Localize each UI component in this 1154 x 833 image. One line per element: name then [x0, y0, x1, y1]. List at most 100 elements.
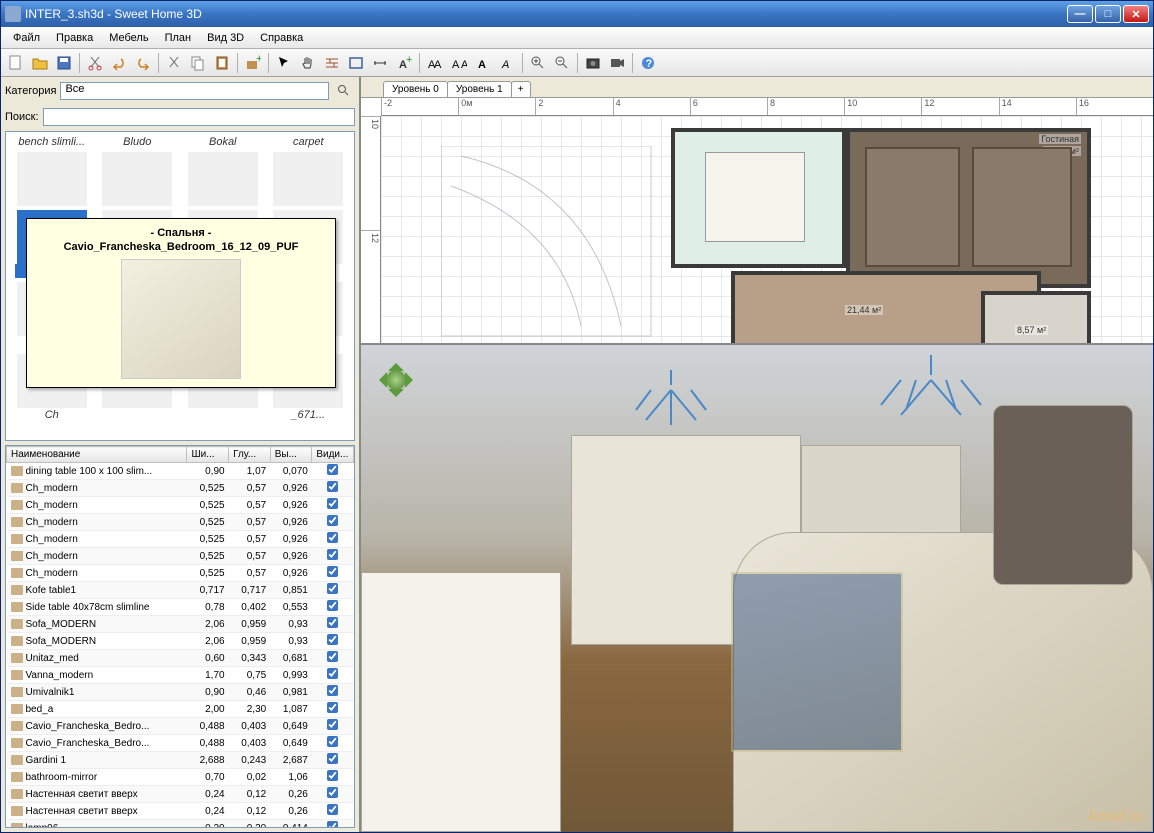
table-row[interactable]: Sofa_MODERN2,060,9590,93: [7, 633, 354, 650]
help-button[interactable]: ?: [637, 52, 659, 74]
floorplan-canvas[interactable]: 14,87 м² Гостиная 42,02 м² 21,44 м²: [381, 116, 1153, 343]
table-row[interactable]: Ch_modern0,5250,570,926: [7, 565, 354, 582]
category-select[interactable]: Все: [60, 82, 329, 100]
add-furniture-button[interactable]: +: [242, 52, 264, 74]
zoom-out-button[interactable]: [551, 52, 573, 74]
text-inc-button[interactable]: AA: [424, 52, 446, 74]
tab-add[interactable]: +: [511, 81, 531, 97]
plan-view[interactable]: Уровень 0 Уровень 1 + -20м246810121416 1…: [361, 77, 1153, 345]
open-button[interactable]: [29, 52, 51, 74]
catalog-item[interactable]: carpet: [267, 136, 351, 206]
pan-tool[interactable]: [297, 52, 319, 74]
table-row[interactable]: Настенная светит вверх0,240,120,26: [7, 803, 354, 820]
zoom-in-button[interactable]: [527, 52, 549, 74]
table-row[interactable]: Unitaz_med0,600,3430,681: [7, 650, 354, 667]
menu-edit[interactable]: Правка: [48, 30, 101, 46]
visible-checkbox[interactable]: [327, 566, 338, 577]
menu-view3d[interactable]: Вид 3D: [199, 30, 252, 46]
col-width[interactable]: Ши...: [187, 447, 229, 463]
italic-button[interactable]: A: [496, 52, 518, 74]
visible-checkbox[interactable]: [327, 685, 338, 696]
nav-center-icon[interactable]: [386, 370, 406, 390]
visible-checkbox[interactable]: [327, 600, 338, 611]
room-living[interactable]: Гостиная 42,02 м²: [846, 128, 1091, 288]
col-depth[interactable]: Глу...: [229, 447, 271, 463]
table-row[interactable]: lamp060,200,200,414: [7, 820, 354, 829]
catalog-item[interactable]: bench slimli...: [10, 136, 94, 206]
visible-checkbox[interactable]: [327, 583, 338, 594]
nav-up-icon[interactable]: [388, 355, 404, 371]
new-button[interactable]: [5, 52, 27, 74]
view-3d[interactable]: koruf.ru: [361, 345, 1153, 832]
visible-checkbox[interactable]: [327, 549, 338, 560]
furniture-table[interactable]: Наименование Ши... Глу... Вы... Види... …: [5, 445, 355, 828]
table-row[interactable]: Vanna_modern1,700,750,993: [7, 667, 354, 684]
paste-button[interactable]: [211, 52, 233, 74]
nav-down-icon[interactable]: [388, 389, 404, 405]
visible-checkbox[interactable]: [327, 821, 338, 828]
visible-checkbox[interactable]: [327, 498, 338, 509]
save-button[interactable]: [53, 52, 75, 74]
visible-checkbox[interactable]: [327, 532, 338, 543]
visible-checkbox[interactable]: [327, 515, 338, 526]
menu-help[interactable]: Справка: [252, 30, 311, 46]
col-height[interactable]: Вы...: [270, 447, 312, 463]
menu-furniture[interactable]: Мебель: [101, 30, 156, 46]
visible-checkbox[interactable]: [327, 787, 338, 798]
redo-button[interactable]: [132, 52, 154, 74]
table-row[interactable]: bed_a2,002,301,087: [7, 701, 354, 718]
table-row[interactable]: Ch_modern0,5250,570,926: [7, 548, 354, 565]
table-row[interactable]: Настенная светит вверх0,240,120,26: [7, 786, 354, 803]
nav-left-icon[interactable]: [371, 372, 387, 388]
category-search-icon[interactable]: [333, 80, 355, 102]
visible-checkbox[interactable]: [327, 668, 338, 679]
room-bath[interactable]: 8,57 м²: [981, 291, 1091, 343]
bold-button[interactable]: A: [472, 52, 494, 74]
table-row[interactable]: Cavio_Francheska_Bedro...0,4880,4030,649: [7, 735, 354, 752]
visible-checkbox[interactable]: [327, 617, 338, 628]
catalog-item[interactable]: Bokal: [181, 136, 265, 206]
dimension-tool[interactable]: [369, 52, 391, 74]
table-row[interactable]: bathroom-mirror0,700,021,06: [7, 769, 354, 786]
visible-checkbox[interactable]: [327, 736, 338, 747]
table-row[interactable]: Ch_modern0,5250,570,926: [7, 480, 354, 497]
video-button[interactable]: [606, 52, 628, 74]
text-tool[interactable]: A+: [393, 52, 415, 74]
select-tool[interactable]: [273, 52, 295, 74]
undo-button[interactable]: [108, 52, 130, 74]
room-tool[interactable]: [345, 52, 367, 74]
visible-checkbox[interactable]: [327, 481, 338, 492]
table-row[interactable]: Cavio_Francheska_Bedro...0,4880,4030,649: [7, 718, 354, 735]
visible-checkbox[interactable]: [327, 651, 338, 662]
visible-checkbox[interactable]: [327, 719, 338, 730]
visible-checkbox[interactable]: [327, 464, 338, 475]
menu-file[interactable]: Файл: [5, 30, 48, 46]
wall-tool[interactable]: [321, 52, 343, 74]
furniture-catalog[interactable]: bench slimli...BludoBokalcarpetCaFranc..…: [5, 131, 355, 441]
table-row[interactable]: Ch_modern0,5250,570,926: [7, 531, 354, 548]
tab-level0[interactable]: Уровень 0: [383, 81, 448, 97]
table-row[interactable]: Sofa_MODERN2,060,9590,93: [7, 616, 354, 633]
visible-checkbox[interactable]: [327, 702, 338, 713]
table-row[interactable]: Umivalnik10,900,460,981: [7, 684, 354, 701]
tab-level1[interactable]: Уровень 1: [447, 81, 512, 97]
table-row[interactable]: Ch_modern0,5250,570,926: [7, 514, 354, 531]
visible-checkbox[interactable]: [327, 770, 338, 781]
nav-right-icon[interactable]: [405, 372, 421, 388]
cut2-button[interactable]: [163, 52, 185, 74]
col-visible[interactable]: Види...: [312, 447, 354, 463]
table-row[interactable]: Ch_modern0,5250,570,926: [7, 497, 354, 514]
catalog-item[interactable]: Bludo: [96, 136, 180, 206]
cut-button[interactable]: [84, 52, 106, 74]
menu-plan[interactable]: План: [157, 30, 200, 46]
close-button[interactable]: ✕: [1123, 5, 1149, 23]
minimize-button[interactable]: —: [1067, 5, 1093, 23]
col-name[interactable]: Наименование: [7, 447, 187, 463]
room-dining[interactable]: 14,87 м²: [671, 128, 846, 268]
copy-button[interactable]: [187, 52, 209, 74]
table-row[interactable]: dining table 100 x 100 slim...0,901,070,…: [7, 463, 354, 480]
visible-checkbox[interactable]: [327, 634, 338, 645]
search-input[interactable]: [43, 108, 355, 126]
nav-controls[interactable]: [371, 355, 421, 405]
photo-button[interactable]: [582, 52, 604, 74]
